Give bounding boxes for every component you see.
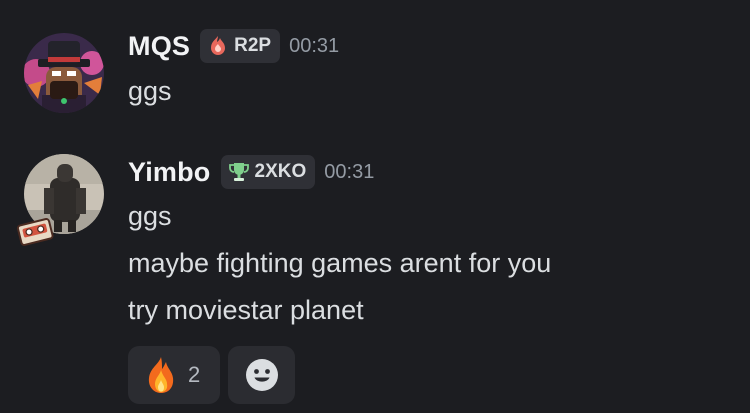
username[interactable]: Yimbo	[128, 157, 211, 188]
message-mqs: MQS R2P 00:31 ggs	[0, 0, 750, 140]
reaction-count: 2	[188, 362, 201, 387]
trophy-icon	[228, 163, 249, 181]
avatar[interactable]	[24, 33, 104, 113]
server-tag-label: R2P	[234, 35, 272, 56]
message-text: try moviestar planet	[128, 295, 364, 325]
fire-emoji	[148, 357, 174, 393]
username[interactable]: MQS	[128, 31, 190, 62]
add-reaction-button[interactable]	[228, 346, 295, 404]
smiley-add-reaction-icon	[245, 359, 278, 391]
reaction-fire-button[interactable]: 2	[128, 346, 220, 404]
reactions-bar: 2	[128, 346, 303, 404]
fire-shield-icon	[211, 36, 226, 55]
message-text: ggs	[128, 201, 172, 231]
message-header: Yimbo 2XKO 00:31	[128, 154, 374, 190]
server-tag-label: 2XKO	[254, 161, 307, 182]
timestamp: 00:31	[324, 160, 375, 183]
message-text: maybe fighting games arent for you	[128, 248, 552, 278]
message-text: ggs	[128, 76, 172, 106]
chat-messages: MQS R2P 00:31 ggs Yimbo 2XKO 00:31 ggs m…	[0, 0, 750, 413]
message-header: MQS R2P 00:31	[128, 28, 339, 64]
cassette-decoration-icon	[16, 218, 54, 246]
server-tag[interactable]: R2P	[200, 29, 281, 63]
server-tag[interactable]: 2XKO	[220, 155, 316, 189]
message-yimbo: Yimbo 2XKO 00:31 ggs maybe fighting game…	[0, 140, 750, 413]
timestamp: 00:31	[289, 34, 340, 57]
